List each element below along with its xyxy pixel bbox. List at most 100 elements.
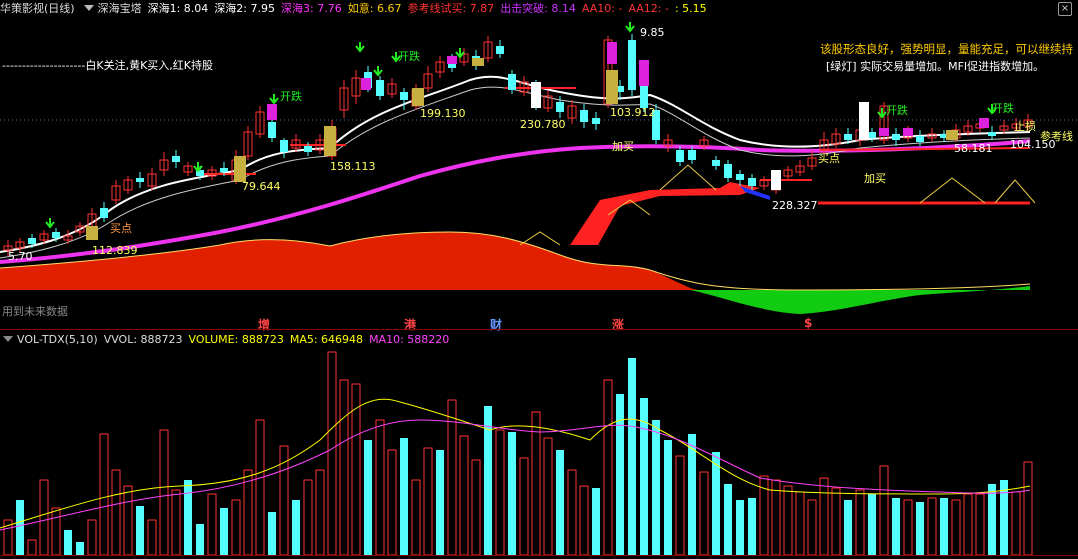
price-label: 58.181 xyxy=(954,142,993,155)
volume-bar xyxy=(436,450,444,555)
volume-label: MA5: xyxy=(289,332,318,346)
volume-dropdown-arrow-icon[interactable] xyxy=(3,336,13,342)
volume-bar xyxy=(892,498,900,555)
buy-signal-arrow-icon xyxy=(355,42,365,53)
volume-bar xyxy=(303,479,313,556)
volume-value: 588220 xyxy=(403,332,450,346)
volume-bar xyxy=(411,479,421,556)
price-label: 199.130 xyxy=(420,107,466,120)
candle-body xyxy=(52,232,60,238)
volume-bar xyxy=(196,524,204,555)
buy-candle xyxy=(946,130,958,140)
volume-bar xyxy=(688,434,696,555)
volume-bar xyxy=(1000,480,1008,555)
candle-body xyxy=(556,102,564,112)
volume-item: VVOL: 888723 xyxy=(104,333,183,346)
buy-candle xyxy=(86,226,98,240)
volume-bar xyxy=(268,512,276,555)
hold-candle xyxy=(879,128,889,136)
buy-candle xyxy=(324,126,336,156)
buy-signal-arrow-icon xyxy=(193,162,203,173)
volume-bar xyxy=(327,351,337,556)
volume-bar xyxy=(903,499,913,556)
volume-bar xyxy=(699,471,709,556)
volume-bar xyxy=(147,519,157,556)
volume-bar xyxy=(243,469,253,556)
candle-body xyxy=(508,74,516,90)
signal-label: 开跌 xyxy=(886,103,908,117)
volume-bar xyxy=(603,379,613,556)
volume-indicator-name[interactable]: VOL-TDX(5,10) xyxy=(17,333,98,346)
signal-label: 加买 xyxy=(612,140,634,153)
volume-bar xyxy=(99,433,109,556)
buy-signal-arrow-icon xyxy=(455,48,465,59)
volume-bar xyxy=(51,507,61,556)
volume-bar xyxy=(879,465,889,556)
event-marker[interactable]: $ xyxy=(804,316,812,330)
volume-bar xyxy=(988,484,996,555)
bottom-divider xyxy=(0,555,1078,556)
candle-body xyxy=(712,160,720,166)
volume-item: MA10: 588220 xyxy=(369,333,449,346)
volume-bar xyxy=(795,491,805,556)
hold-candle xyxy=(267,104,277,120)
candle-body xyxy=(628,40,636,90)
hold-candle xyxy=(607,42,617,64)
signal-label: 止损 xyxy=(1014,119,1036,133)
volume-bar xyxy=(39,479,49,556)
pattern-triangle xyxy=(919,177,986,204)
support-ribbon xyxy=(570,182,760,245)
buy-candle xyxy=(472,58,484,66)
candle-body xyxy=(724,164,732,178)
volume-bar xyxy=(171,489,181,556)
watch-candle xyxy=(771,170,781,190)
candle-body xyxy=(28,238,36,244)
candle-body xyxy=(736,174,744,180)
candle-body xyxy=(580,110,588,122)
buy-signal-arrow-icon xyxy=(269,94,279,105)
volume-bar xyxy=(351,383,361,556)
volume-label: VVOL: xyxy=(103,332,138,346)
signal-label: 开跌 xyxy=(280,89,302,103)
candlestick-chart[interactable]: 5.70 112.839 79.644 158.113 199.130 230.780 10… xyxy=(0,0,1078,559)
volume-bar xyxy=(459,435,469,556)
volume-bar xyxy=(927,497,937,556)
candle-body xyxy=(304,146,312,152)
signal-label: 买点 xyxy=(110,222,132,235)
volume-bar xyxy=(1011,491,1021,556)
volume-bar xyxy=(556,450,564,555)
price-label: 158.113 xyxy=(330,160,376,173)
candle-body xyxy=(688,150,696,160)
volume-bar xyxy=(940,498,948,555)
price-label: 228.327 xyxy=(772,199,818,212)
volume-bar xyxy=(807,499,817,556)
volume-bar xyxy=(712,452,720,555)
volume-label: MA10: xyxy=(369,332,404,346)
volume-label: VOLUME: xyxy=(188,332,239,346)
volume-bar xyxy=(27,539,37,556)
volume-bar xyxy=(628,358,636,555)
candle-body xyxy=(748,178,756,186)
volume-bar xyxy=(831,487,841,556)
future-data-note: 用到未来数据 xyxy=(2,305,68,318)
candle-body xyxy=(892,134,900,140)
watch-candle xyxy=(859,102,869,140)
volume-bar xyxy=(315,469,325,556)
candle-body xyxy=(100,208,108,218)
volume-bar xyxy=(447,399,457,556)
candle-body xyxy=(172,156,180,162)
resistance-line-5 xyxy=(819,147,1031,151)
buy-signal-arrow-icon xyxy=(625,22,635,33)
candle-body xyxy=(988,132,996,136)
volume-bar xyxy=(736,500,744,555)
candle-body xyxy=(592,118,600,124)
volume-bar xyxy=(76,542,84,555)
volume-item: MA5: 646948 xyxy=(290,333,363,346)
candle-body xyxy=(868,132,876,138)
price-label: 112.839 xyxy=(92,244,138,257)
volume-value: 888723 xyxy=(238,332,284,346)
volume-bar xyxy=(519,457,529,556)
volume-bar xyxy=(579,485,589,556)
volume-bar xyxy=(207,493,217,556)
candle-body xyxy=(280,140,288,152)
